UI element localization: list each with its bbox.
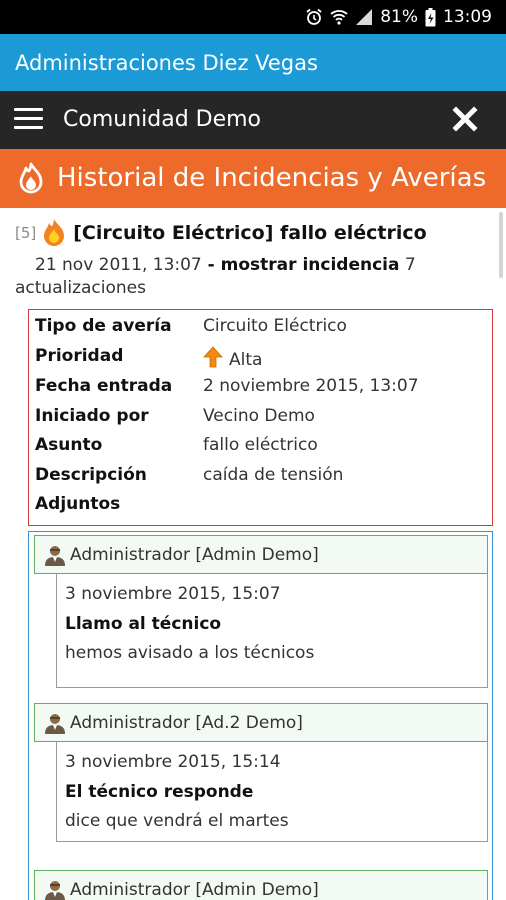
- user-avatar-icon: [45, 714, 65, 734]
- updates-label: actualizaciones: [15, 278, 146, 298]
- signal-icon: [356, 9, 373, 25]
- detail-label: Adjuntos: [35, 494, 121, 514]
- status-bar: 81% 13:09: [0, 0, 506, 34]
- battery-charging-icon: [425, 7, 436, 26]
- menu-icon[interactable]: [14, 107, 44, 131]
- show-incident-link[interactable]: mostrar incidencia: [221, 255, 400, 275]
- community-title: Comunidad Demo: [63, 107, 262, 132]
- user-avatar-icon: [45, 546, 65, 566]
- detail-value: 2 noviembre 2015, 13:07: [203, 376, 419, 396]
- section-banner: Historial de Incidencias y Averías: [0, 149, 506, 208]
- update-subject: Llamo al técnico: [65, 614, 222, 634]
- update-subject: El técnico responde: [65, 782, 254, 802]
- detail-value: Alta: [229, 350, 263, 370]
- update-text: dice que vendrá el martes: [65, 811, 289, 831]
- detail-label: Descripción: [35, 465, 147, 485]
- incident-meta: 21 nov 2011, 13:07 - mostrar incidencia …: [15, 254, 485, 300]
- update-header: Administrador [Admin Demo]: [34, 535, 488, 574]
- updates-list: Administrador [Admin Demo] 3 noviembre 2…: [28, 531, 493, 900]
- incident-header: [5] [Circuito Eléctrico] fallo eléctrico: [15, 218, 427, 248]
- incident-title: [Circuito Eléctrico] fallo eléctrico: [73, 222, 427, 244]
- detail-value: fallo eléctrico: [203, 435, 318, 455]
- priority-value-wrap: Alta: [203, 346, 262, 370]
- app-bar: Administraciones Diez Vegas: [0, 34, 506, 91]
- update-header: Administrador [Ad.2 Demo]: [34, 703, 488, 742]
- update-author: Administrador [Admin Demo]: [70, 545, 319, 565]
- wifi-icon: [330, 10, 348, 25]
- update-date: 3 noviembre 2015, 15:07: [65, 584, 281, 604]
- clock: 13:09: [443, 7, 492, 27]
- close-icon[interactable]: [452, 105, 478, 133]
- meta-separator: -: [201, 255, 221, 275]
- detail-label: Prioridad: [35, 346, 124, 366]
- update-text: hemos avisado a los técnicos: [65, 643, 315, 663]
- fire-icon: [19, 162, 43, 194]
- detail-value: Circuito Eléctrico: [203, 316, 347, 336]
- detail-label: Asunto: [35, 435, 103, 455]
- scrollbar[interactable]: [499, 212, 503, 278]
- detail-value: caída de tensión: [203, 465, 344, 485]
- flame-icon: [44, 219, 65, 246]
- update-author: Administrador [Ad.2 Demo]: [70, 713, 303, 733]
- battery-percentage: 81%: [380, 7, 418, 27]
- alarm-icon: [306, 8, 322, 25]
- detail-value: Vecino Demo: [203, 406, 315, 426]
- detail-label: Fecha entrada: [35, 376, 173, 396]
- incident-number: [5]: [15, 224, 37, 242]
- user-avatar-icon: [45, 881, 65, 900]
- detail-label: Tipo de avería: [35, 316, 172, 336]
- update-header: Administrador [Admin Demo]: [34, 870, 488, 900]
- incident-date: 21 nov 2011, 13:07: [35, 255, 202, 275]
- arrow-up-icon: [203, 346, 223, 368]
- incident-details: Tipo de avería Circuito Eléctrico Priori…: [28, 309, 493, 526]
- updates-count: 7: [399, 255, 416, 275]
- update-author: Administrador [Admin Demo]: [70, 880, 319, 900]
- update-body: 3 noviembre 2015, 15:07 Llamo al técnico…: [56, 574, 488, 688]
- section-title: Historial de Incidencias y Averías: [57, 163, 487, 193]
- update-date: 3 noviembre 2015, 15:14: [65, 752, 281, 772]
- app-title: Administraciones Diez Vegas: [15, 51, 318, 75]
- toolbar: Comunidad Demo: [0, 91, 506, 149]
- update-body: 3 noviembre 2015, 15:14 El técnico respo…: [56, 742, 488, 842]
- detail-label: Iniciado por: [35, 406, 149, 426]
